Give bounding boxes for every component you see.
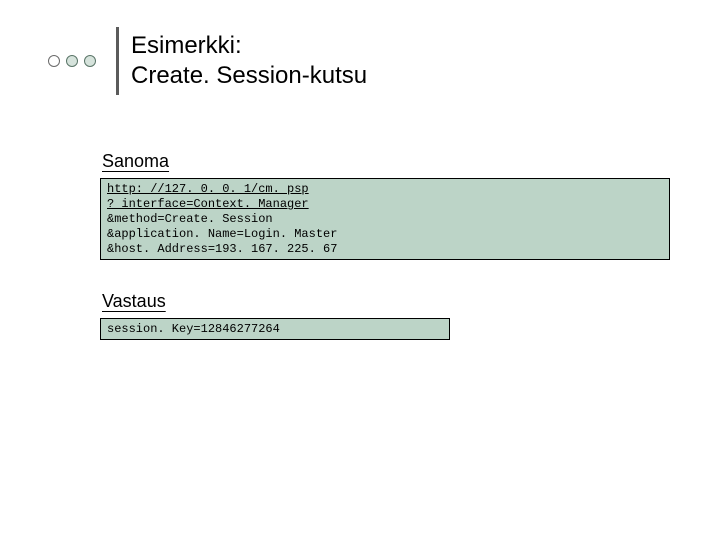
title-line-2: Create. Session-kutsu (131, 61, 367, 91)
code-line-param: &method=Create. Session (107, 212, 663, 227)
code-line-param: &host. Address=193. 167. 225. 67 (107, 242, 663, 257)
bullet-dot-icon (84, 55, 96, 67)
code-line-param[interactable]: ? interface=Context. Manager (107, 197, 663, 212)
code-line-url[interactable]: http: //127. 0. 0. 1/cm. psp (107, 182, 663, 197)
decorative-bullets (48, 55, 96, 67)
code-line-param: &application. Name=Login. Master (107, 227, 663, 242)
code-box-vastaus: session. Key=12846277264 (100, 318, 450, 340)
bullet-dot-icon (48, 55, 60, 67)
code-box-sanoma: http: //127. 0. 0. 1/cm. psp ? interface… (100, 178, 670, 260)
slide-title: Esimerkki: Create. Session-kutsu (116, 27, 367, 95)
section-heading-vastaus: Vastaus (102, 291, 166, 312)
code-line-response: session. Key=12846277264 (107, 322, 443, 337)
section-heading-sanoma: Sanoma (102, 151, 169, 172)
slide: Esimerkki: Create. Session-kutsu Sanoma … (0, 0, 720, 540)
bullet-dot-icon (66, 55, 78, 67)
title-line-1: Esimerkki: (131, 31, 367, 61)
